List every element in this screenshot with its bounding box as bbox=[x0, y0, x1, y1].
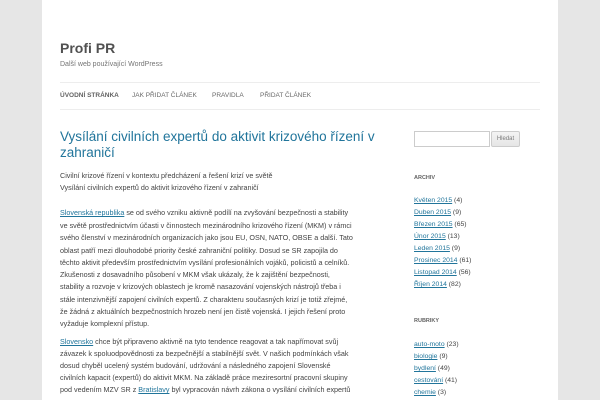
category-link[interactable]: biologie bbox=[414, 353, 437, 360]
content-line: Zkušenosti z dosavadního působení v MKM … bbox=[60, 270, 330, 279]
category-item: cestování (41) bbox=[414, 377, 457, 384]
search-button[interactable]: Hledat bbox=[491, 131, 520, 147]
category-link[interactable]: auto-moto bbox=[414, 341, 445, 348]
category-item: auto-moto (23) bbox=[414, 341, 459, 348]
archive-count: (9) bbox=[449, 245, 461, 252]
category-item: chemie (3) bbox=[414, 389, 446, 396]
category-link[interactable]: cestování bbox=[414, 377, 443, 384]
archive-item: Listopad 2014 (56) bbox=[414, 269, 471, 276]
archive-item: Duben 2015 (9) bbox=[414, 209, 461, 216]
category-count: (41) bbox=[443, 377, 458, 384]
content-text: se od svého vzniku aktivně podílí na zvy… bbox=[124, 208, 349, 217]
archive-count: (65) bbox=[452, 221, 467, 228]
archive-count: (9) bbox=[451, 209, 462, 216]
archive-item: Únor 2015 (13) bbox=[414, 233, 460, 240]
site-description: Další web používající WordPress bbox=[60, 61, 163, 68]
category-item: bydlení (49) bbox=[414, 365, 450, 372]
content-line: civilních kapacit (expertů) do aktivit M… bbox=[60, 373, 348, 382]
archive-link[interactable]: Květen 2015 bbox=[414, 197, 452, 204]
archive-item: Leden 2015 (9) bbox=[414, 245, 460, 252]
archive-count: (13) bbox=[445, 233, 460, 240]
content-text: pod vedením MZV SR z bbox=[60, 385, 139, 394]
archive-count: (56) bbox=[456, 269, 471, 276]
content-line: ve světě prostřednictvím účasti v činnos… bbox=[60, 221, 352, 230]
link-slovensko[interactable]: Slovensko bbox=[60, 337, 93, 346]
content-line: těchto aktivit především prostřednictvím… bbox=[60, 258, 350, 267]
content-text: byl vypracován návrh zákona o vysílání c… bbox=[169, 385, 351, 394]
archive-link[interactable]: Říjen 2014 bbox=[414, 281, 447, 288]
category-count: (23) bbox=[444, 341, 459, 348]
post-title[interactable]: Vysílání civilních expertů do aktivit kr… bbox=[60, 129, 390, 161]
site-title[interactable]: Profi PR bbox=[60, 40, 115, 56]
archive-widget-title: ARCHIV bbox=[414, 175, 436, 181]
nav-item-add-article[interactable]: PŘIDAT ČLÁNEK bbox=[260, 92, 311, 99]
link-slovenska-republika[interactable]: Slovenská republika bbox=[60, 208, 124, 217]
archive-link[interactable]: Duben 2015 bbox=[414, 209, 451, 216]
categories-widget-title: RUBRIKY bbox=[414, 318, 440, 324]
category-link[interactable]: bydlení bbox=[414, 365, 436, 372]
archive-link[interactable]: Leden 2015 bbox=[414, 245, 450, 252]
content-line: Vysílání civilních expertů do aktivit kr… bbox=[60, 183, 259, 192]
archive-item: Říjen 2014 (82) bbox=[414, 281, 461, 288]
archive-link[interactable]: Prosinec 2014 bbox=[414, 257, 457, 264]
content-line: závazek k spoluodpovědnosti za bezpečněj… bbox=[60, 349, 349, 358]
content-line: stability a rozvoje v krizových oblastec… bbox=[60, 282, 341, 291]
content-line: Slovensko chce být připraveno aktivně na… bbox=[60, 337, 338, 346]
archive-count: (4) bbox=[452, 197, 463, 204]
search-input[interactable] bbox=[414, 131, 490, 147]
content-line: oblast patří mezi dlouhodobé priority če… bbox=[60, 246, 338, 255]
page: Profi PR Další web používající WordPress… bbox=[42, 0, 558, 400]
category-count: (3) bbox=[435, 389, 447, 396]
category-count: (49) bbox=[435, 365, 450, 372]
category-count: (9) bbox=[437, 353, 448, 360]
archive-item: Březen 2015 (65) bbox=[414, 221, 467, 228]
link-bratislavy[interactable]: Bratislavy bbox=[138, 385, 169, 394]
content-line: pod vedením MZV SR z Bratislavy byl vypr… bbox=[60, 385, 350, 394]
content-line: Slovenská republika se od svého vzniku a… bbox=[60, 208, 348, 217]
archive-item: Prosinec 2014 (61) bbox=[414, 257, 471, 264]
nav-item-rules[interactable]: PRAVIDLA bbox=[212, 92, 244, 99]
category-link[interactable]: chemie bbox=[414, 389, 436, 396]
content-text: chce být připraveno aktivně na tyto tend… bbox=[93, 337, 339, 346]
category-item: biologie (9) bbox=[414, 353, 448, 360]
archive-count: (82) bbox=[446, 281, 461, 288]
archive-count: (61) bbox=[457, 257, 472, 264]
archive-link[interactable]: Únor 2015 bbox=[414, 233, 446, 240]
archive-link[interactable]: Březen 2015 bbox=[414, 221, 453, 228]
content-line: stále intenzivnější zapojení civilních e… bbox=[60, 295, 348, 304]
nav-item-home[interactable]: ÚVODNÍ STRÁNKA bbox=[60, 92, 119, 99]
nav-item-how-to-add[interactable]: JAK PŘIDAT ČLÁNEK bbox=[132, 92, 197, 99]
main-navigation: ÚVODNÍ STRÁNKA JAK PŘIDAT ČLÁNEK PRAVIDL… bbox=[60, 82, 540, 110]
content-line: dosud chyběl ucelený systém budování, ud… bbox=[60, 361, 331, 370]
archive-link[interactable]: Listopad 2014 bbox=[414, 269, 457, 276]
archive-item: Květen 2015 (4) bbox=[414, 197, 462, 204]
content-line: Civilní krizové řízení v kontextu předch… bbox=[60, 171, 273, 180]
content-line: že žádná z aktuálních bezpečnostních hro… bbox=[60, 307, 346, 316]
content-line: vyžaduje komplexní přístup. bbox=[60, 319, 150, 328]
content-line: svého členství v mezinárodních organizac… bbox=[60, 233, 353, 242]
